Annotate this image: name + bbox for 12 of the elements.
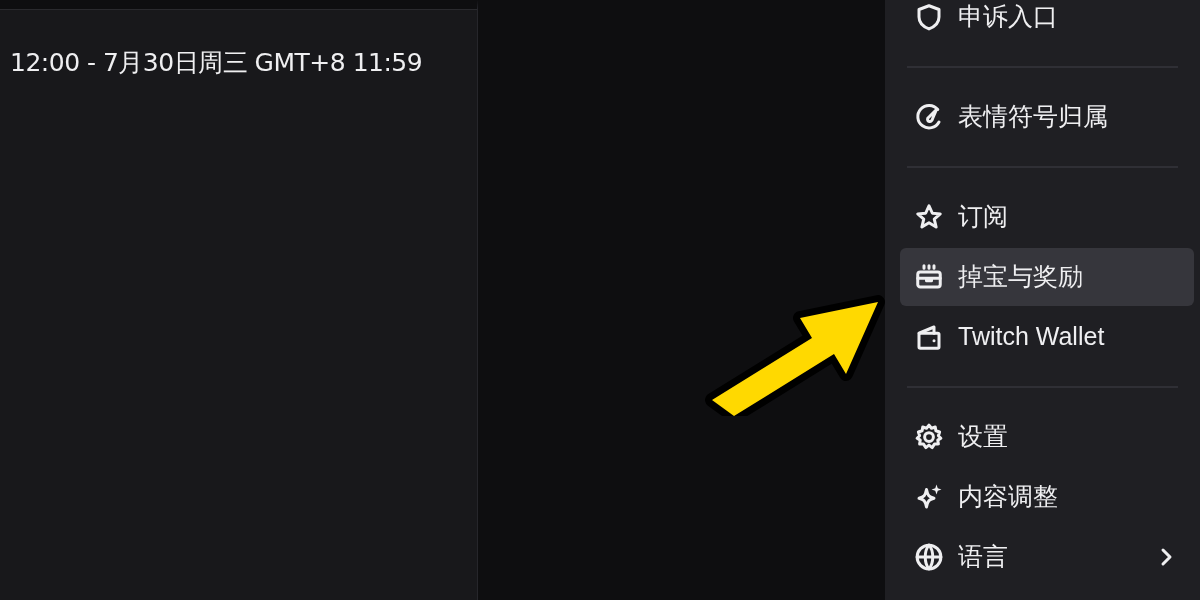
- globe-icon: [914, 542, 944, 572]
- menu-item[interactable]: 表情符号归属: [900, 88, 1194, 146]
- time-range-text: 12:00 - 7月30日周三 GMT+8 11:59: [10, 48, 423, 77]
- menu-item[interactable]: 内容调整: [900, 468, 1194, 526]
- menu-item[interactable]: 掉宝与奖励: [900, 248, 1194, 306]
- settings-icon: [914, 422, 944, 452]
- menu-item[interactable]: 设置: [900, 408, 1194, 466]
- menu-item[interactable]: 申诉入口: [900, 0, 1194, 46]
- menu-item[interactable]: Twitch Wallet: [900, 308, 1194, 366]
- menu-item[interactable]: 订阅: [900, 188, 1194, 246]
- menu-item[interactable]: 语言: [900, 528, 1194, 586]
- chest-icon: [914, 262, 944, 292]
